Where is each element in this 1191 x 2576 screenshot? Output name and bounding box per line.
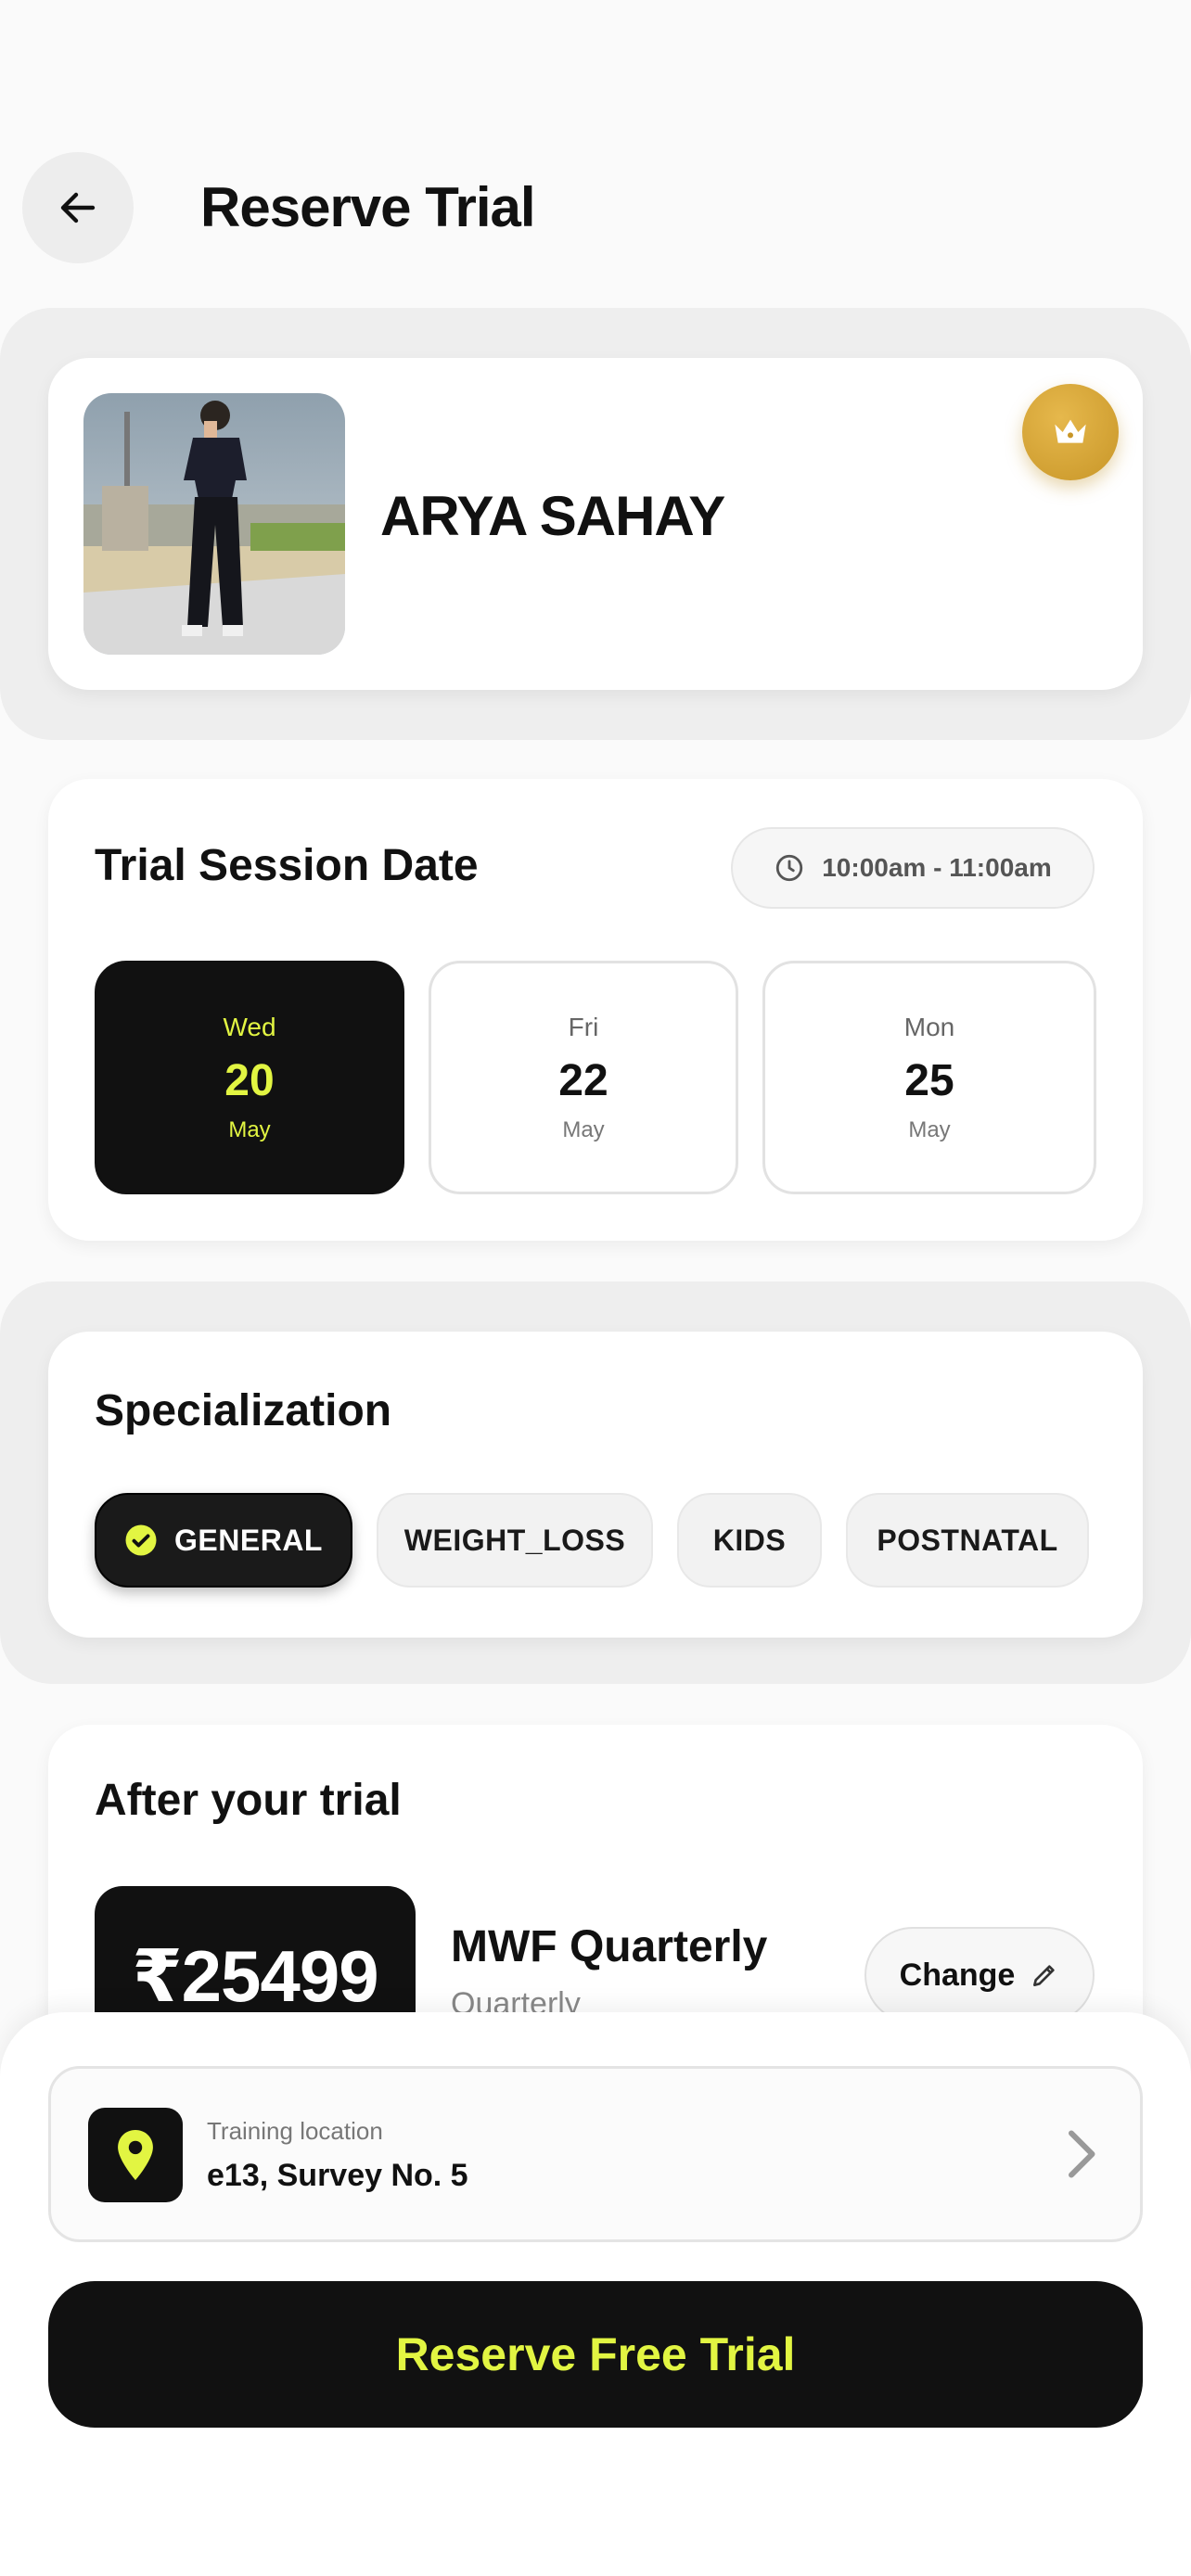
change-plan-button[interactable]: Change [864,1927,1095,2023]
specialization-panel: Specialization GENERAL WEIGHT_LOSS KIDS … [0,1282,1191,1684]
chip-general[interactable]: GENERAL [95,1493,352,1588]
section-title-trial-session: Trial Session Date [95,841,479,890]
back-button[interactable] [22,152,134,263]
section-title-specialization: Specialization [95,1386,392,1435]
specialization-card: Specialization GENERAL WEIGHT_LOSS KIDS … [48,1332,1143,1638]
date-tile-mon-25[interactable]: Mon 25 May [762,961,1096,1194]
trial-session-card: Trial Session Date 10:00am - 11:00am Wed… [48,779,1143,1241]
plan-name: MWF Quarterly [451,1922,768,1971]
date-day: Fri [568,1012,599,1041]
date-number: 22 [558,1055,608,1105]
date-day: Wed [223,1012,276,1041]
trainer-photo [83,393,345,655]
date-month: May [562,1116,605,1142]
crown-icon [1055,419,1086,443]
chip-label: KIDS [712,1523,787,1557]
chip-weight-loss[interactable]: WEIGHT_LOSS [377,1493,653,1588]
chevron-right-icon [1062,2126,1099,2187]
location-value: e13, Survey No. 5 [207,2158,468,2193]
time-slot-pill[interactable]: 10:00am - 11:00am [731,827,1095,909]
training-location-row[interactable]: Training location e13, Survey No. 5 [48,2066,1143,2242]
chip-kids[interactable]: KIDS [677,1493,822,1588]
reserve-free-trial-button[interactable]: Reserve Free Trial [48,2281,1143,2428]
location-icon-box [88,2108,183,2202]
trainer-name: ARYA SAHAY [380,484,725,547]
section-title-after-trial: After your trial [95,1776,402,1825]
date-month: May [228,1116,271,1142]
change-label: Change [899,1957,1016,1993]
arrow-left-icon [60,192,96,223]
time-slot-text: 10:00am - 11:00am [822,853,1052,882]
reserve-trial-screen: Reserve Trial ARYA SAHAY Trial Session D… [0,0,1191,2576]
premium-badge [1022,384,1119,480]
bottom-sheet: Training location e13, Survey No. 5 Rese… [0,2012,1191,2576]
check-circle-icon [125,1524,157,1556]
page-title: Reserve Trial [200,175,536,238]
chip-postnatal[interactable]: POSTNATAL [846,1493,1089,1588]
chip-label: POSTNATAL [877,1523,1058,1557]
clock-icon [776,854,803,882]
trainer-panel: ARYA SAHAY [0,308,1191,740]
location-label: Training location [207,2117,383,2145]
pencil-icon [1033,1965,1056,1986]
date-tile-fri-22[interactable]: Fri 22 May [429,961,738,1194]
date-day: Mon [903,1012,955,1041]
trainer-card[interactable]: ARYA SAHAY [48,358,1143,690]
chip-label: GENERAL [174,1523,323,1557]
date-tile-wed-20[interactable]: Wed 20 May [95,961,404,1194]
chip-label: WEIGHT_LOSS [403,1523,626,1557]
date-month: May [908,1116,951,1142]
date-number: 20 [224,1055,275,1105]
map-pin-icon [118,2130,153,2180]
date-number: 25 [904,1055,954,1105]
